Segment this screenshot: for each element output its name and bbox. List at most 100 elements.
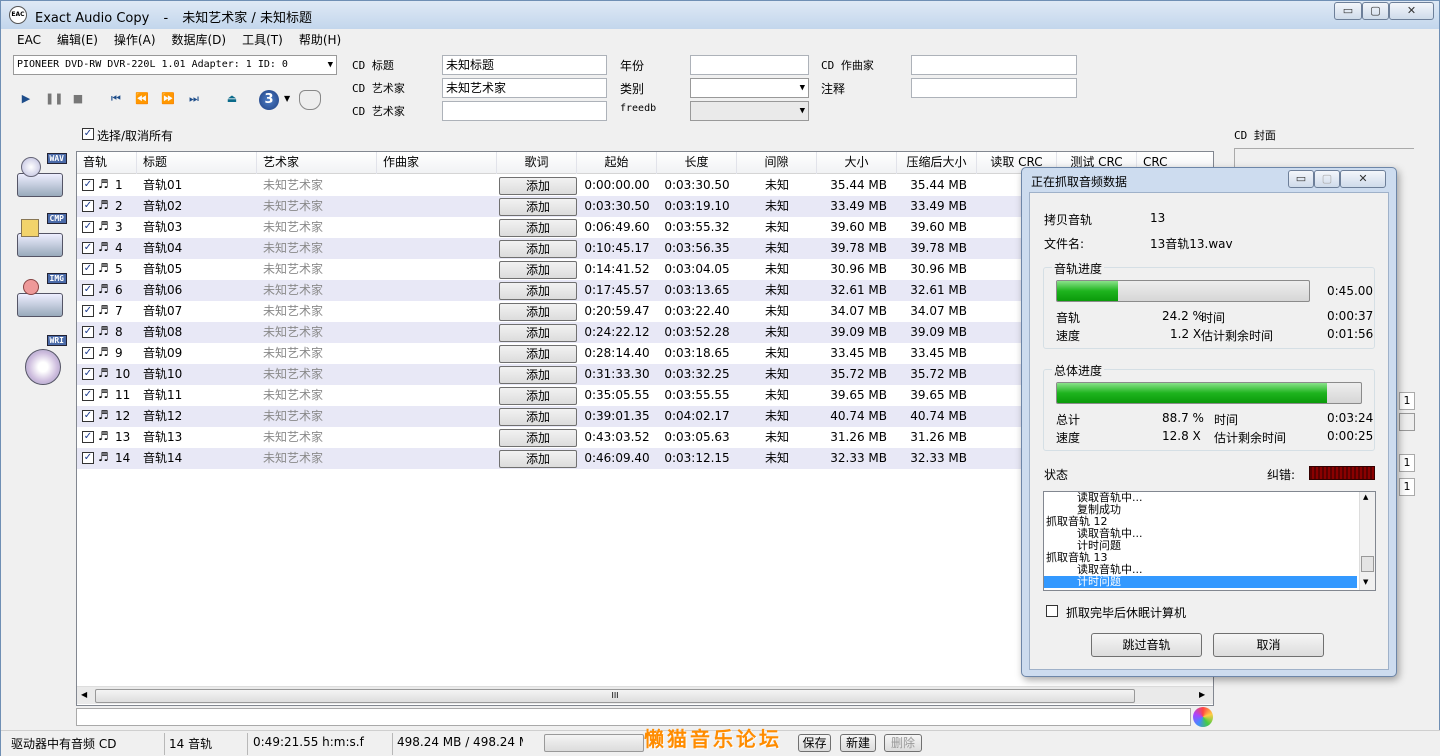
col-size[interactable]: 大小 [817,152,897,174]
add-lyrics-button[interactable]: 添加 [499,261,577,279]
track-checkbox[interactable]: ✓ [82,431,94,443]
track-checkbox[interactable]: ✓ [82,305,94,317]
track-title[interactable]: 音轨02 [143,196,257,217]
menu-edit[interactable]: 编辑(E) [49,31,106,49]
track-title[interactable]: 音轨13 [143,427,257,448]
track-title[interactable]: 音轨10 [143,364,257,385]
stop-icon[interactable]: ■ [71,92,85,105]
close-button[interactable]: ✕ [1389,2,1434,20]
track-checkbox[interactable]: ✓ [82,452,94,464]
menu-action[interactable]: 操作(A) [106,31,164,49]
track-title[interactable]: 音轨04 [143,238,257,259]
pause-icon[interactable]: ❚❚ [45,92,63,105]
play-icon[interactable]: ▶ [19,92,33,105]
freedb-select[interactable]: ▼ [690,101,809,121]
cd-artist2-input[interactable] [442,101,607,121]
track-checkbox[interactable]: ✓ [82,326,94,338]
copy-compressed-icon[interactable]: CMP [15,213,67,263]
track-artist[interactable]: 未知艺术家 [263,322,377,343]
add-lyrics-button[interactable]: 添加 [499,219,577,237]
dialog-minimize-button[interactable]: ▭ [1288,170,1314,188]
drive-options-icon[interactable] [299,90,321,110]
maximize-button[interactable]: ▢ [1362,2,1389,20]
copy-image-icon[interactable]: IMG [15,273,67,323]
add-lyrics-button[interactable]: 添加 [499,366,577,384]
col-composer[interactable]: 作曲家 [377,152,497,174]
col-length[interactable]: 长度 [657,152,737,174]
color-wheel-icon[interactable] [1193,707,1213,727]
new-button[interactable]: 新建 [840,734,876,752]
track-artist[interactable]: 未知艺术家 [263,280,377,301]
add-lyrics-button[interactable]: 添加 [499,387,577,405]
track-checkbox[interactable]: ✓ [82,179,94,191]
drive-select[interactable]: PIONEER DVD-RW DVR-220L 1.01 Adapter: 1 … [13,55,337,75]
sleep-checkbox[interactable] [1046,605,1058,617]
track-title[interactable]: 音轨03 [143,217,257,238]
track-artist[interactable]: 未知艺术家 [263,238,377,259]
menu-help[interactable]: 帮助(H) [291,31,349,49]
scroll-thumb[interactable]: III [95,689,1135,703]
track-checkbox[interactable]: ✓ [82,242,94,254]
col-artist[interactable]: 艺术家 [257,152,377,174]
fast-forward-icon[interactable]: ⏩ [161,92,175,105]
title-bar[interactable]: EAC Exact Audio Copy - 未知艺术家 / 未知标题 ▭ ▢ … [1,1,1439,29]
extract-dialog[interactable]: 正在抓取音频数据 ▭ ▢ ✕ 拷贝音轨 13 文件名: 13音轨13.wav 音… [1021,167,1397,677]
add-lyrics-button[interactable]: 添加 [499,408,577,426]
menu-database[interactable]: 数据库(D) [164,31,235,49]
scroll-right-icon[interactable]: ▶ [1199,690,1205,699]
write-cd-icon[interactable]: WRI [15,335,67,385]
scroll-left-icon[interactable]: ◀ [81,690,87,699]
track-title[interactable]: 音轨08 [143,322,257,343]
track-title[interactable]: 音轨14 [143,448,257,469]
add-lyrics-button[interactable]: 添加 [499,240,577,258]
add-lyrics-button[interactable]: 添加 [499,450,577,468]
log-scrollbar[interactable]: ▲ ▼ [1359,492,1375,590]
track-title[interactable]: 音轨05 [143,259,257,280]
track-artist[interactable]: 未知艺术家 [263,427,377,448]
add-lyrics-button[interactable]: 添加 [499,198,577,216]
previous-track-icon[interactable]: ⏮ [109,92,123,106]
next-track-icon[interactable]: ⏭ [187,92,201,106]
track-artist[interactable]: 未知艺术家 [263,175,377,196]
delete-button[interactable]: 删除 [884,734,922,752]
genre-select[interactable]: ▼ [690,78,809,98]
year-input[interactable] [690,55,809,75]
right-button[interactable] [1399,413,1415,431]
skip-track-button[interactable]: 跳过音轨 [1091,633,1202,657]
track-artist[interactable]: 未知艺术家 [263,385,377,406]
track-checkbox[interactable]: ✓ [82,389,94,401]
scroll-down-icon[interactable]: ▼ [1363,578,1368,586]
track-artist[interactable]: 未知艺术家 [263,448,377,469]
col-start[interactable]: 起始 [577,152,657,174]
cd-artist-input[interactable]: 未知艺术家 [442,78,607,98]
comment-input[interactable] [911,78,1077,98]
track-checkbox[interactable]: ✓ [82,200,94,212]
track-title[interactable]: 音轨11 [143,385,257,406]
add-lyrics-button[interactable]: 添加 [499,282,577,300]
add-lyrics-button[interactable]: 添加 [499,177,577,195]
track-title[interactable]: 音轨09 [143,343,257,364]
menu-eac[interactable]: EAC [9,31,49,49]
track-artist[interactable]: 未知艺术家 [263,259,377,280]
add-lyrics-button[interactable]: 添加 [499,429,577,447]
menu-tools[interactable]: 工具(T) [234,31,291,49]
log-line-selected[interactable]: 计时问题 [1044,576,1357,588]
cd-composer-input[interactable] [911,55,1077,75]
add-lyrics-button[interactable]: 添加 [499,324,577,342]
rewind-icon[interactable]: ⏪ [135,92,149,105]
track-title[interactable]: 音轨12 [143,406,257,427]
track-artist[interactable]: 未知艺术家 [263,343,377,364]
cancel-button[interactable]: 取消 [1213,633,1324,657]
track-artist[interactable]: 未知艺术家 [263,301,377,322]
track-checkbox[interactable]: ✓ [82,284,94,296]
log-scroll-thumb[interactable] [1361,556,1374,572]
speed-dropdown-chevron-icon[interactable]: ▼ [284,94,290,103]
track-title[interactable]: 音轨07 [143,301,257,322]
save-button[interactable]: 保存 [798,734,831,752]
track-artist[interactable]: 未知艺术家 [263,196,377,217]
select-all-checkbox[interactable]: ✓ [82,128,94,140]
add-lyrics-button[interactable]: 添加 [499,345,577,363]
track-artist[interactable]: 未知艺术家 [263,217,377,238]
col-lyrics[interactable]: 歌词 [497,152,577,174]
track-title[interactable]: 音轨01 [143,175,257,196]
